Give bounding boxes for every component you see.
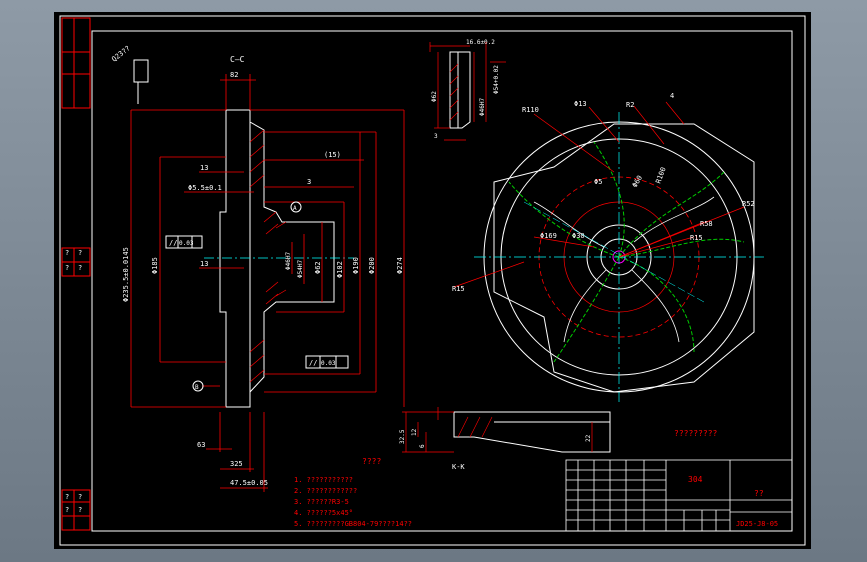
note-item: 4. ??????5x45° [294,509,353,517]
inner-border [91,30,793,532]
dim-text: Φ5.5±0.1 [188,184,222,192]
dim-text: 13 [200,164,208,172]
datum-b: B [195,384,199,391]
tolerance-symbol: // [309,359,317,367]
dim-text: Φ235.5±0.0145 [122,247,130,302]
dim-text: Φ46H7 [285,252,292,270]
note-item: 1. ??????????? [294,476,353,484]
dim-text: Φ5 [594,178,602,186]
dim-text: R15 [452,285,465,293]
drawing-sheet: ? ? ? ? ? ? ? ? C—C Q23?? A B // 0.03 //… [54,12,811,549]
tolerance-value: 0.03 [321,360,336,367]
dim-text: 32.5 [399,429,406,444]
dim-text: Φ62 [431,91,438,102]
left-side-table [61,17,91,531]
dim-text: 12 [411,428,418,436]
side-box-text: ? [65,249,69,257]
note-item: 5. ?????????GB804-79????14?? [294,520,412,528]
side-box-text: ? [78,249,82,257]
dim-text: Φ169 [540,232,557,240]
cad-viewport[interactable]: ? ? ? ? ? ? ? ? C—C Q23?? A B // 0.03 //… [0,0,867,562]
drawing-canvas: ? ? ? ? ? ? ? ? C—C Q23?? A B // 0.03 //… [59,15,806,546]
section-view: C—C Q23?? A B // 0.03 // 0.03 82 Φ235.5±… [110,44,405,492]
side-box-text: ? [65,506,69,514]
tolerance-value: 0.03 [179,240,194,247]
dim-text: Φ13 [574,100,587,108]
datum-a: A [293,205,297,212]
roughness-note: ???? [362,457,381,466]
keyway-detail: 16.6±0.2 Φ62 3 Φ46H7 Φ54+0.02 [429,39,506,141]
dim-text: R15 [690,234,703,242]
dim-text: 13 [200,260,208,268]
dim-text: 63 [197,441,205,449]
title-block: 304 ?? JD25-J8-05 [565,459,793,532]
dim-text: R2 [626,101,634,109]
view-label: K-K [452,463,465,471]
note-item: 2. ???????????? [294,487,357,495]
section-label: C—C [230,55,245,64]
left-side-labels: ? ? ? ? ? ? ? ? [65,249,82,514]
dim-text: Φ102 [336,261,344,278]
title-material: 304 [688,475,703,484]
dim-text: 47.5±0.05 [230,479,268,487]
dim-text: R100 [654,166,667,185]
dim-text: Φ30 [572,232,585,240]
dim-text: Φ54+0.02 [493,65,500,94]
dim-text: Φ54H7 [297,260,304,278]
side-box-text: ? [65,493,69,501]
dim-text: 4 [670,92,674,100]
dim-text: Φ46H7 [479,98,486,116]
title-name: ?? [754,489,764,498]
dim-text: 3 [434,133,438,140]
dim-text: 16.6±0.2 [466,39,495,46]
dim-text: Φ200 [368,257,376,274]
dim-text: R52 [742,200,755,208]
side-box-text: ? [65,264,69,272]
notes-list: 1. ??????????? 2. ???????????? 3. ??????… [294,476,412,528]
tech-requirement-note: ????????? [674,429,718,438]
dim-text: Φ60 [631,174,644,189]
side-box-text: ? [78,493,82,501]
roughness-box [133,59,149,83]
side-box-text: ? [78,506,82,514]
impeller-view: R110 Φ13 R2 4 Φ60 R100 R58 R52 Φ5 Φ169 Φ… [452,92,764,402]
dim-text: 3 [307,178,311,186]
dim-text: R58 [700,220,713,228]
dim-text: Φ274 [396,257,404,274]
note-item: 3. ??????R3-5 [294,498,349,506]
dim-text: 82 [230,71,238,79]
dim-text: R110 [522,106,539,114]
dim-text: Φ185 [151,257,159,274]
standard-text: Q23?? [110,44,132,63]
drawing-number: JD25-J8-05 [736,520,778,528]
tolerance-symbol: // [169,239,177,247]
dim-text: 22 [585,434,592,442]
dim-text: 325 [230,460,243,468]
dim-text: Φ190 [352,257,360,274]
side-box-text: ? [78,264,82,272]
dim-text: (15) [324,151,341,159]
dim-text: 6 [419,444,426,448]
dim-text: Φ62 [314,261,322,274]
